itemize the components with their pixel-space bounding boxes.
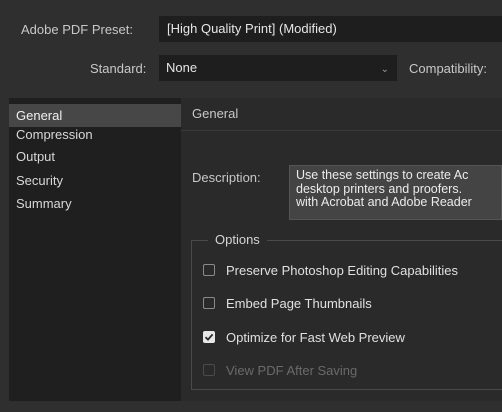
options-title: Options — [208, 232, 267, 247]
view-pdf-label: View PDF After Saving — [226, 362, 358, 378]
category-sidebar: General Compression Output Security Summ… — [9, 98, 181, 401]
sidebar-item-security[interactable]: Security — [9, 169, 181, 192]
sidebar-item-compression[interactable]: Compression — [9, 123, 181, 146]
preserve-photoshop-option[interactable]: Preserve Photoshop Editing Capabilities — [203, 261, 458, 279]
panel-title: General — [192, 106, 239, 121]
optimize-web-checkbox[interactable] — [203, 331, 215, 343]
preserve-photoshop-checkbox[interactable] — [203, 264, 215, 276]
standard-dropdown[interactable]: None ⌄ — [159, 55, 397, 81]
view-pdf-option: View PDF After Saving — [203, 361, 357, 379]
embed-thumbnails-label: Embed Page Thumbnails — [226, 295, 372, 311]
description-label: Description: — [192, 170, 261, 185]
preset-field[interactable]: [High Quality Print] (Modified) — [159, 16, 502, 42]
compatibility-label: Compatibility: — [409, 61, 488, 76]
standard-label: Standard: — [90, 61, 147, 76]
chevron-down-icon: ⌄ — [380, 64, 389, 75]
optimize-web-option[interactable]: Optimize for Fast Web Preview — [203, 328, 405, 346]
preserve-photoshop-label: Preserve Photoshop Editing Capabilities — [226, 262, 458, 278]
panel-title-divider — [181, 130, 502, 131]
embed-thumbnails-checkbox[interactable] — [203, 297, 215, 309]
checkmark-icon — [204, 333, 214, 341]
embed-thumbnails-option[interactable]: Embed Page Thumbnails — [203, 294, 372, 312]
preset-label: Adobe PDF Preset: — [21, 22, 133, 37]
sidebar-item-summary[interactable]: Summary — [9, 192, 181, 215]
optimize-web-label: Optimize for Fast Web Preview — [226, 329, 405, 345]
sidebar-item-output[interactable]: Output — [9, 145, 181, 168]
description-text: Use these settings to create Ac desktop … — [289, 165, 502, 220]
view-pdf-checkbox — [203, 364, 215, 376]
standard-value: None — [166, 60, 198, 75]
